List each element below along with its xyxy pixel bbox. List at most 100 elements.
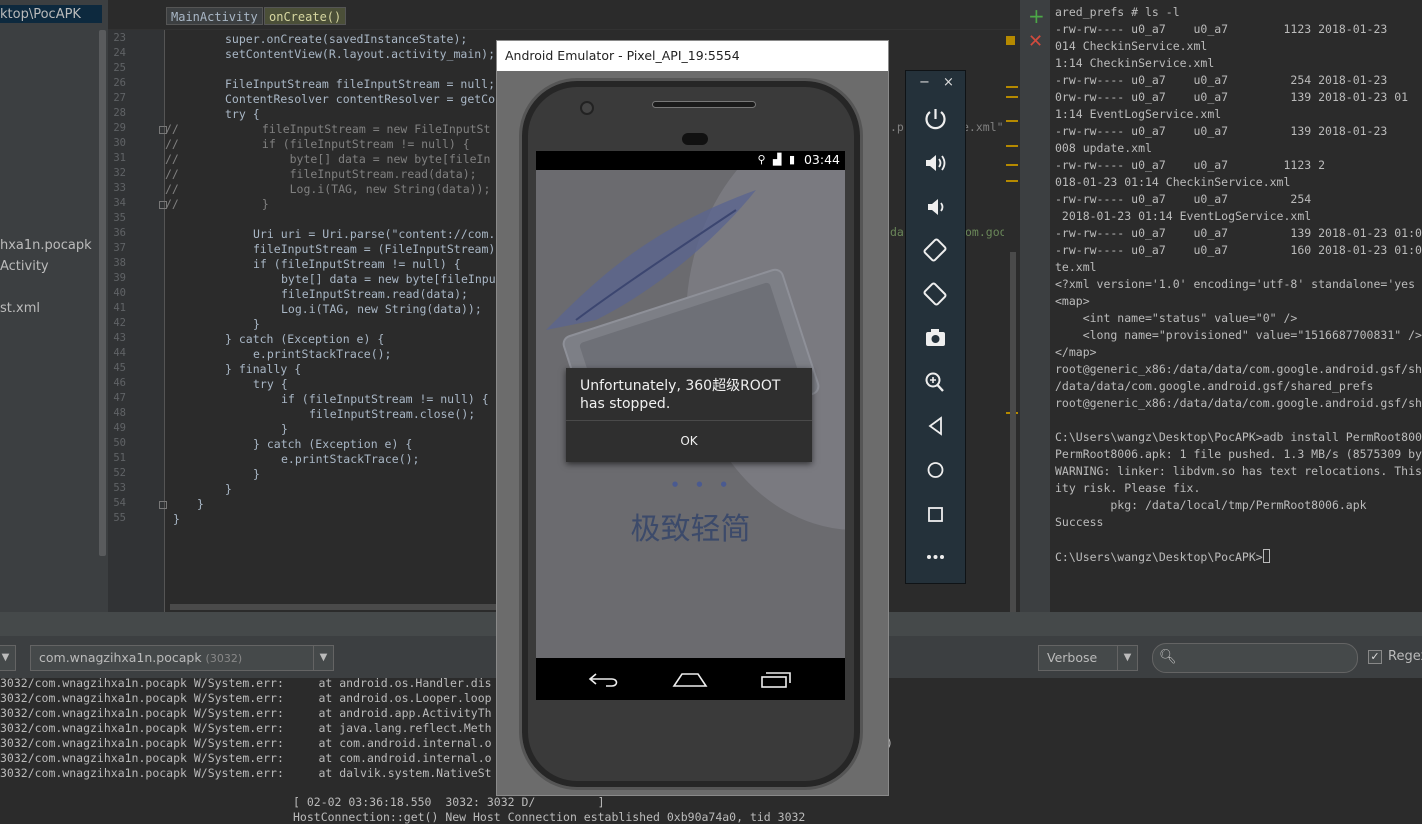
line-number: 26 <box>113 77 126 89</box>
warning-marker[interactable] <box>1006 86 1018 88</box>
search-icon: 🔍︎ <box>1159 649 1177 665</box>
more-icon[interactable] <box>906 549 965 565</box>
code-line: } <box>197 497 204 511</box>
new-session-icon[interactable]: + <box>1028 6 1045 26</box>
code-line: Uri uri = Uri.parse("content://com. <box>253 227 496 241</box>
close-session-icon[interactable]: ✕ <box>1028 32 1043 52</box>
warning-marker[interactable] <box>1006 36 1015 45</box>
line-number: 30 <box>113 137 126 149</box>
line-number: 24 <box>113 47 126 59</box>
terminal-line: root@generic_x86:/data/data/com.google.a… <box>1055 362 1422 376</box>
terminal-line: -rw-rw---- u0_a7 u0_a7 139 2018-01-23 <box>1055 124 1388 138</box>
logcat-line: HostConnection::get() New Host Connectio… <box>293 810 806 824</box>
status-bar: ⚲ ▟ ▮ 03:44 <box>536 151 845 170</box>
earpiece-speaker <box>652 101 756 108</box>
terminal-line: te.xml <box>1055 260 1097 274</box>
terminal-line: -rw-rw---- u0_a7 u0_a7 1123 2 <box>1055 158 1326 172</box>
rotate-right-icon[interactable] <box>906 281 965 307</box>
volume-down-icon[interactable] <box>906 195 965 219</box>
fold-marker-icon[interactable] <box>159 126 167 134</box>
fold-marker-icon[interactable] <box>159 201 167 209</box>
line-number: 45 <box>113 362 126 374</box>
back-icon[interactable] <box>906 415 965 437</box>
logcat-line: 3032/com.wnagzihxa1n.pocapk W/System.err… <box>0 766 492 780</box>
terminal-line: ity risk. Please fix. <box>1055 481 1201 495</box>
emulator-title-bar[interactable]: Android Emulator - Pixel_API_19:5554 <box>497 41 888 71</box>
nav-back-button[interactable] <box>588 670 622 688</box>
terminal-line: pkg: /data/local/tmp/PermRoot8006.apk <box>1055 498 1367 512</box>
line-number: 46 <box>113 377 126 389</box>
terminal-panel[interactable]: ared_prefs # ls -l -rw-rw---- u0_a7 u0_a7… <box>1050 0 1422 612</box>
terminal-line: <long name="provisioned" value="15166877… <box>1055 328 1422 342</box>
code-line: fileInputStream.read(data); <box>281 287 468 301</box>
logcat-line: 3032/com.wnagzihxa1n.pocapk W/System.err… <box>0 721 492 735</box>
zoom-icon[interactable] <box>906 371 965 393</box>
volume-up-icon[interactable] <box>906 151 965 175</box>
overview-icon[interactable] <box>906 503 965 525</box>
terminal-line: -rw-rw---- u0_a7 u0_a7 254 2018-01-23 <box>1055 73 1388 87</box>
close-button[interactable]: × <box>943 75 954 90</box>
home-icon[interactable] <box>906 459 965 481</box>
nav-home-button[interactable] <box>672 670 708 688</box>
project-tree-item-manifest[interactable]: st.xml <box>0 301 40 316</box>
status-time: 03:44 <box>803 152 840 167</box>
rotate-left-icon[interactable] <box>906 237 965 263</box>
power-icon[interactable] <box>906 107 965 131</box>
logcat-line: 3032/com.wnagzihxa1n.pocapk W/System.err… <box>0 736 492 750</box>
warning-marker[interactable] <box>1006 180 1018 182</box>
terminal-line: -rw-rw---- u0_a7 u0_a7 254 <box>1055 192 1312 206</box>
code-overflow-fragment: da <box>890 225 904 239</box>
breadcrumb-class[interactable]: MainActivity <box>166 7 263 25</box>
code-line: } <box>225 482 232 496</box>
crash-dialog: Unfortunately, 360超级ROOT has stopped. OK <box>566 368 812 462</box>
code-line: FileInputStream fileInputStream = null; <box>225 77 496 91</box>
log-level-select[interactable]: Verbose ▼ <box>1038 645 1138 671</box>
camera-icon[interactable] <box>906 327 965 349</box>
terminal-line: -rw-rw---- u0_a7 u0_a7 139 2018-01-23 01… <box>1055 226 1422 240</box>
line-number: 35 <box>113 212 126 224</box>
project-tree-item-root[interactable]: ktop\PocAPK <box>0 7 81 22</box>
terminal-line: </map> <box>1055 345 1097 359</box>
breadcrumb-method[interactable]: onCreate() <box>264 7 347 25</box>
code-line: } <box>173 512 180 526</box>
terminal-line: 1:14 CheckinService.xml <box>1055 56 1215 70</box>
editor-horizontal-scrollbar[interactable] <box>170 604 500 610</box>
minimize-button[interactable]: − <box>919 75 930 90</box>
fold-marker-icon[interactable] <box>159 501 167 509</box>
project-tree-item-package[interactable]: hxa1n.pocapk <box>0 238 92 253</box>
device-screen[interactable]: ⚲ ▟ ▮ 03:44 Unfortunately, 360超级ROOT has… <box>536 151 845 700</box>
warning-marker[interactable] <box>1006 96 1018 98</box>
regex-checkbox[interactable]: ✓ <box>1368 650 1382 664</box>
warning-marker[interactable] <box>1006 120 1018 122</box>
navigation-bar <box>536 658 845 700</box>
nav-overview-button[interactable] <box>760 670 792 688</box>
editor-vertical-scrollbar[interactable] <box>1010 252 1016 612</box>
status-icons: ⚲ ▟ ▮ <box>757 153 797 166</box>
line-number: 44 <box>113 347 126 359</box>
code-line: // fileInputStream.read(data); <box>165 167 477 181</box>
dialog-message: Unfortunately, 360超级ROOT has stopped. <box>580 378 781 412</box>
device-select[interactable]: ▼ <box>0 645 16 671</box>
warning-marker[interactable] <box>1006 164 1018 166</box>
code-line: // Log.i(TAG, new String(data)); <box>165 182 491 196</box>
code-line: e.printStackTrace(); <box>281 452 420 466</box>
logcat-search-input[interactable]: 🔍︎ <box>1152 643 1358 673</box>
process-select[interactable]: com.wnagzihxa1n.pocapk (3032) ▼ <box>30 645 334 671</box>
project-tree-item-activity[interactable]: Activity <box>0 259 49 274</box>
terminal-line: 2018-01-23 01:14 EventLogService.xml <box>1055 209 1312 223</box>
code-line: setContentView(R.layout.activity_main); <box>225 47 496 61</box>
code-line: byte[] data = new byte[fileInpu <box>281 272 496 286</box>
code-line: try { <box>253 377 288 391</box>
warning-marker[interactable] <box>1006 145 1018 147</box>
line-number: 28 <box>113 107 126 119</box>
front-camera <box>580 101 594 115</box>
app-splash: Unfortunately, 360超级ROOT has stopped. OK… <box>536 170 845 658</box>
proximity-sensor <box>682 133 708 145</box>
process-pid: (3032) <box>205 652 243 665</box>
code-line: fileInputStream = (FileInputStream) <box>253 242 496 256</box>
project-tree-scrollbar[interactable] <box>99 30 106 556</box>
chevron-down-icon: ▼ <box>0 646 15 670</box>
line-number: 42 <box>113 317 126 329</box>
ok-button[interactable]: OK <box>566 421 812 462</box>
code-line: fileInputStream.close(); <box>309 407 476 421</box>
